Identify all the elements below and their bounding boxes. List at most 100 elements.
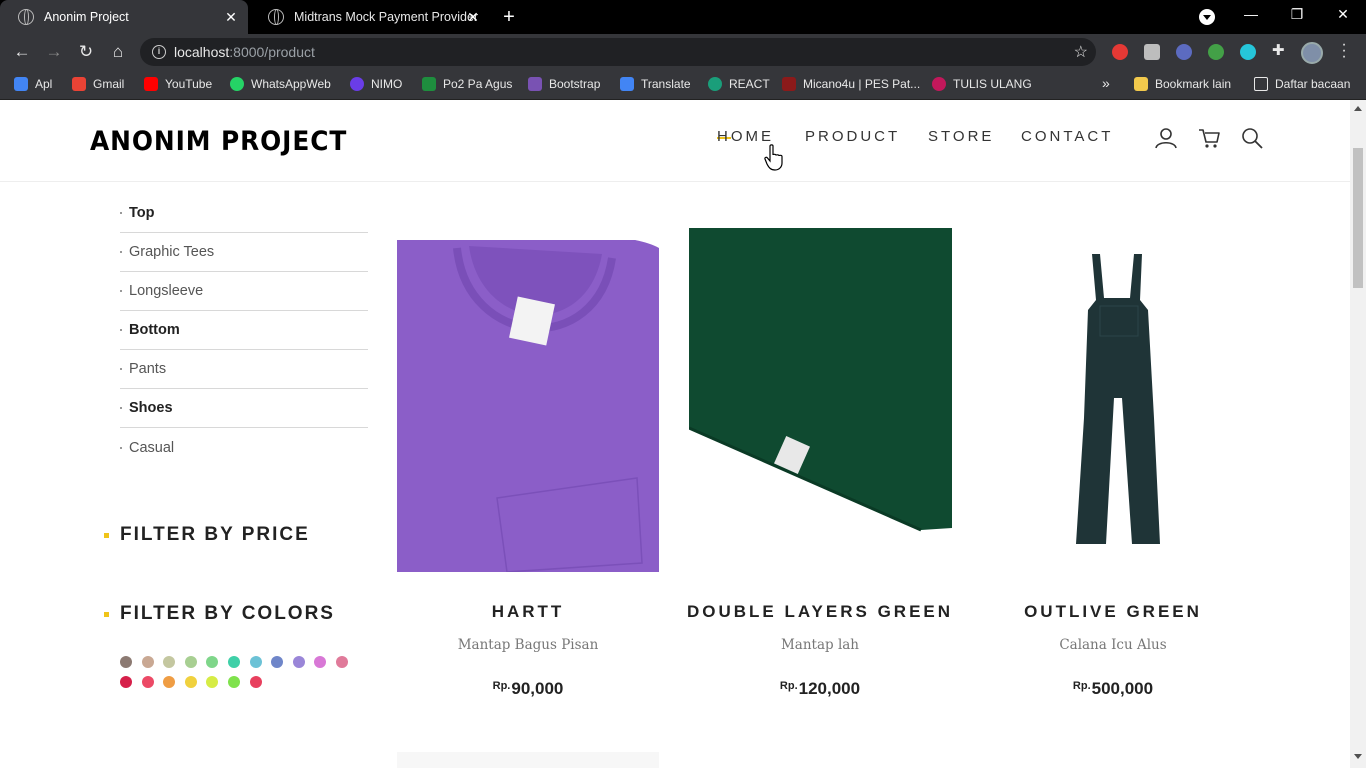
color-swatch[interactable] [314, 656, 327, 668]
product-image-outlive-green[interactable] [982, 228, 1245, 572]
scroll-up-icon[interactable] [1354, 106, 1362, 111]
scroll-thumb[interactable] [1353, 148, 1363, 288]
bookmark-micano4u[interactable]: Micano4u | PES Pat... [782, 77, 920, 91]
scroll-down-icon[interactable] [1354, 754, 1362, 759]
nav-store[interactable]: STORE [928, 128, 994, 145]
nav-contact[interactable]: CONTACT [1021, 128, 1113, 145]
bookmark-folder-lain[interactable]: Bookmark lain [1134, 77, 1231, 91]
address-bar[interactable]: i localhost:8000/product ☆ [140, 38, 1096, 66]
product-image-hartt[interactable] [397, 228, 659, 572]
category-graphic-tees[interactable]: Graphic Tees [120, 233, 368, 272]
extensions-puzzle-icon[interactable]: ✚ [1272, 43, 1288, 59]
category-longsleeve[interactable]: Longsleeve [120, 272, 368, 311]
category-shoes[interactable]: Shoes [120, 389, 368, 428]
product-description: Calana Icu Alus [1059, 637, 1167, 653]
bookmark-label: Bookmark lain [1155, 77, 1232, 91]
url-path: :8000/product [229, 44, 315, 60]
product-name[interactable]: HARTT [378, 602, 678, 622]
filter-by-price-heading: FILTER BY PRICE [104, 524, 310, 546]
product-image-double-layers-green[interactable] [689, 228, 952, 572]
bookmark-po2-pa-agus[interactable]: Po2 Pa Agus [422, 77, 512, 91]
color-swatch[interactable] [336, 656, 348, 668]
page-scrollbar[interactable] [1350, 100, 1366, 768]
bookmark-nimo[interactable]: NIMO [350, 77, 402, 91]
close-window-icon[interactable]: ✕ [1328, 6, 1358, 23]
close-tab-icon[interactable]: ✕ [464, 8, 482, 26]
profile-avatar[interactable] [1301, 42, 1323, 64]
color-swatch[interactable] [206, 656, 219, 668]
color-swatch[interactable] [184, 656, 197, 668]
category-bottom[interactable]: Bottom [120, 311, 368, 350]
product-name[interactable]: DOUBLE LAYERS GREEN [670, 602, 970, 622]
extension-cyan-icon[interactable] [1240, 44, 1256, 60]
tab-title: Midtrans Mock Payment Provider [294, 10, 479, 24]
site-logo[interactable]: ANONIM PROJECT [90, 126, 347, 157]
reading-list[interactable]: Daftar bacaan [1254, 77, 1350, 91]
bookmark-label: Apl [35, 77, 53, 91]
category-label: Bottom [129, 322, 180, 338]
category-casual[interactable]: Casual [120, 428, 368, 467]
color-swatch[interactable] [249, 656, 262, 668]
color-swatch[interactable] [292, 656, 305, 668]
tab-midtrans[interactable]: Midtrans Mock Payment Provider ✕ [250, 0, 490, 34]
bookmark-gmail[interactable]: Gmail [72, 77, 124, 91]
color-swatch[interactable] [271, 656, 284, 668]
bookmark-translate[interactable]: Translate [620, 77, 691, 91]
color-swatch[interactable] [141, 656, 154, 668]
bookmark-whatsappweb[interactable]: WhatsAppWeb [230, 77, 331, 91]
new-tab-icon[interactable]: + [498, 6, 520, 28]
extension-green-icon[interactable] [1208, 44, 1224, 60]
extension-gray-icon[interactable] [1144, 44, 1160, 60]
search-icon[interactable] [1240, 126, 1264, 150]
bookmark-star-icon[interactable]: ☆ [1074, 42, 1088, 62]
product-description: Mantap Bagus Pisan [457, 637, 599, 653]
color-swatch[interactable] [184, 676, 197, 688]
close-tab-icon[interactable]: ✕ [222, 8, 240, 26]
bookmark-bootstrap[interactable]: Bootstrap [528, 77, 600, 91]
color-swatch[interactable] [120, 676, 132, 688]
color-swatch[interactable] [228, 656, 240, 668]
color-swatch[interactable] [163, 656, 176, 668]
product-price: Rp.500,000 [1072, 679, 1154, 698]
reload-icon[interactable]: ↻ [74, 41, 98, 63]
nav-home[interactable]: HOME [717, 128, 774, 145]
bookmarks-bar: Apl Gmail YouTube WhatsAppWeb NIMO Po2 P… [0, 70, 1366, 100]
bookmark-tulis-ulang[interactable]: TULIS ULANG [932, 77, 1032, 91]
folder-icon [1134, 77, 1148, 91]
color-swatch[interactable] [120, 656, 132, 668]
tab-search-icon[interactable] [1199, 9, 1215, 25]
menu-kebab-icon[interactable]: · · · [1338, 37, 1350, 65]
bookmark-youtube[interactable]: YouTube [144, 77, 212, 91]
bookmark-label: Daftar bacaan [1275, 77, 1351, 91]
site-info-icon[interactable]: i [152, 45, 166, 59]
restore-icon[interactable]: ❐ [1282, 6, 1312, 23]
reading-list-icon [1254, 77, 1268, 91]
extension-cursor-icon[interactable] [1176, 44, 1192, 60]
product-price: Rp.90,000 [492, 679, 564, 698]
category-pants[interactable]: Pants [120, 350, 368, 389]
color-swatch[interactable] [141, 676, 154, 688]
color-swatch[interactable] [206, 676, 219, 688]
product-name[interactable]: OUTLIVE GREEN [963, 602, 1263, 622]
tab-anonim-project[interactable]: Anonim Project ✕ [0, 0, 248, 34]
home-icon[interactable]: ⌂ [106, 41, 130, 63]
react-icon [708, 77, 722, 91]
extension-red-icon[interactable] [1112, 44, 1128, 60]
bookmark-react[interactable]: REACT [708, 77, 770, 91]
bookmark-label: Micano4u | PES Pat... [803, 77, 921, 91]
more-bookmarks-icon[interactable]: » [1102, 75, 1110, 91]
cart-icon[interactable] [1198, 126, 1222, 150]
color-swatch[interactable] [249, 676, 262, 688]
category-top[interactable]: Top [120, 194, 368, 233]
user-icon[interactable] [1154, 126, 1178, 150]
product-image-next-row[interactable] [397, 752, 659, 768]
color-swatch[interactable] [228, 676, 240, 688]
bookmark-apl[interactable]: Apl [14, 77, 52, 91]
nav-product[interactable]: PRODUCT [805, 128, 900, 145]
minimize-icon[interactable]: — [1236, 6, 1266, 22]
back-icon[interactable]: ← [10, 41, 34, 63]
forward-icon[interactable]: → [42, 41, 66, 63]
translate-icon [620, 77, 634, 91]
product-description: Mantap lah [780, 637, 860, 653]
color-swatch[interactable] [163, 676, 176, 688]
